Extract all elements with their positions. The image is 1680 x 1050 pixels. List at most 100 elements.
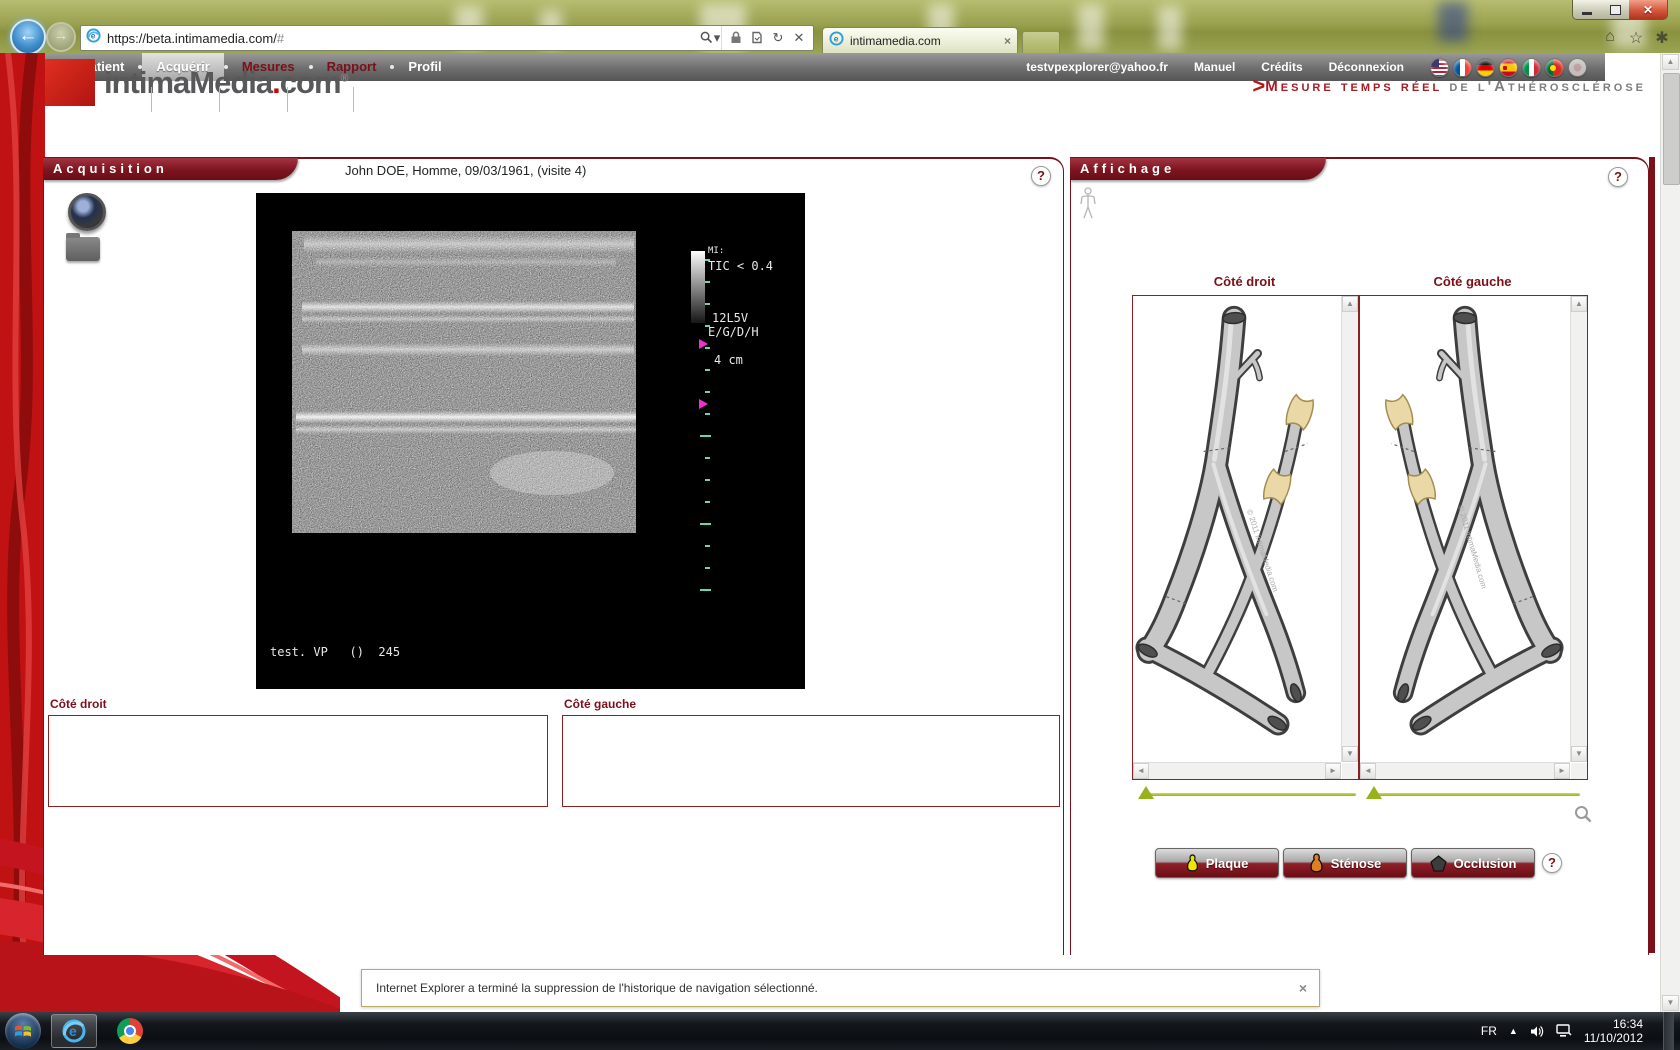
- search-icon[interactable]: [699, 31, 713, 45]
- legend-help-icon[interactable]: ?: [1542, 853, 1562, 873]
- us-mi-label: MI:: [708, 246, 724, 256]
- scroll-right-icon[interactable]: ►: [1325, 763, 1341, 779]
- scroll-thumb[interactable]: [1663, 73, 1680, 185]
- diagram-vscrollbar[interactable]: ▲ ▼: [1341, 296, 1358, 762]
- refresh-icon[interactable]: ↻: [771, 31, 785, 45]
- page-vscrollbar[interactable]: ▲ ▼: [1660, 53, 1680, 1012]
- zoom-slider-left-side[interactable]: [1366, 791, 1580, 799]
- aff-left-label: Côté droit: [1132, 274, 1357, 289]
- site-logo[interactable]: intimaMedia.com®: [104, 65, 349, 101]
- acq-right-results-box[interactable]: [562, 715, 1060, 807]
- flag-it-icon[interactable]: [1522, 58, 1541, 77]
- scroll-down-icon[interactable]: ▼: [1571, 746, 1587, 762]
- settings-gear-icon[interactable]: ✱: [1652, 28, 1672, 46]
- zoom-slider-right-side[interactable]: [1138, 791, 1356, 799]
- slider-handle[interactable]: [1366, 786, 1382, 799]
- camera-capture-icon[interactable]: [68, 193, 106, 231]
- acquisition-help-icon[interactable]: ?: [1031, 166, 1051, 186]
- user-email[interactable]: testvpexplorer@yahoo.fr: [1026, 60, 1168, 74]
- desktop-icon-blur: [1438, 2, 1468, 42]
- ultrasound-image[interactable]: MI: TIC < 0.4 12L5V E/G/D/H 4 cm test. V…: [256, 193, 805, 689]
- scroll-up-icon[interactable]: ▲: [1662, 54, 1679, 70]
- scroll-down-icon[interactable]: ▼: [1342, 746, 1358, 762]
- slider-track[interactable]: [1374, 793, 1580, 796]
- scroll-right-icon[interactable]: ►: [1554, 763, 1570, 779]
- compatibility-view-icon[interactable]: [750, 31, 764, 45]
- header-separator: [353, 87, 354, 112]
- stop-icon[interactable]: ✕: [792, 31, 806, 45]
- favorites-star-icon[interactable]: ☆: [1626, 28, 1646, 46]
- notification-close-icon[interactable]: ×: [1299, 980, 1319, 996]
- stenose-button-label: Sténose: [1331, 856, 1382, 871]
- affichage-help-icon[interactable]: ?: [1608, 167, 1628, 187]
- start-button[interactable]: [5, 1013, 41, 1049]
- flag-fr-icon[interactable]: [1453, 58, 1472, 77]
- logo-red-square: [45, 59, 95, 106]
- us-depth-label: 4 cm: [714, 353, 743, 367]
- tagline-red-text: Mesure temps réel: [1265, 78, 1442, 95]
- web-page: intimaMedia.com® >Mesure temps réel de l…: [0, 53, 1680, 1012]
- windows-logo-icon: [13, 1021, 33, 1041]
- address-bar[interactable]: e https://beta.intimamedia.com/# ▾ ↻ ✕: [80, 25, 814, 51]
- plaque-button-label: Plaque: [1206, 856, 1249, 871]
- scroll-left-icon[interactable]: ◄: [1133, 763, 1149, 779]
- scroll-up-icon[interactable]: ▲: [1571, 296, 1587, 312]
- scrollbar-corner: [1342, 763, 1358, 779]
- restore-button[interactable]: [1601, 0, 1629, 19]
- acq-left-results-box[interactable]: [48, 715, 548, 807]
- us-mode-label: E/G/D/H: [708, 325, 759, 339]
- network-icon[interactable]: [1556, 1024, 1572, 1038]
- close-button[interactable]: ✕: [1629, 0, 1667, 19]
- language-indicator[interactable]: FR: [1481, 1024, 1497, 1038]
- stenose-button[interactable]: Sténose: [1283, 848, 1407, 878]
- system-tray: FR ▲ 16:34 11/10/2012: [1481, 1012, 1680, 1050]
- taskbar-chrome-button[interactable]: [107, 1014, 153, 1048]
- carotid-diagram-right-side[interactable]: © 2011 intimaMedia.com ▲ ▼ ◄ ►: [1132, 295, 1359, 780]
- volume-icon[interactable]: [1530, 1025, 1544, 1038]
- tab-close-icon[interactable]: ×: [1004, 34, 1011, 48]
- logo-text: intimaMedia: [104, 65, 272, 100]
- scroll-left-icon[interactable]: ◄: [1360, 763, 1376, 779]
- carotid-diagram-left-side[interactable]: © 2011 intimaMedia.com ▲ ▼ ◄ ►: [1359, 295, 1588, 780]
- url-text[interactable]: https://beta.intimamedia.com/#: [107, 31, 699, 46]
- home-icon[interactable]: ⌂: [1600, 28, 1620, 46]
- occlusion-button[interactable]: Occlusion: [1411, 848, 1535, 878]
- search-dropdown-icon[interactable]: ▾: [713, 31, 721, 45]
- nav-item-deconnexion[interactable]: Déconnexion: [1329, 60, 1404, 74]
- magnifier-icon[interactable]: [1574, 805, 1592, 823]
- desktop-icon-blur: [1078, 4, 1104, 50]
- forward-button[interactable]: →: [46, 22, 76, 52]
- flag-de-icon[interactable]: [1476, 58, 1495, 77]
- tagline-arrow: >: [1252, 73, 1265, 98]
- aff-right-label: Côté gauche: [1359, 274, 1586, 289]
- slider-handle[interactable]: [1138, 786, 1154, 799]
- scroll-down-icon[interactable]: ▼: [1662, 995, 1679, 1011]
- url-host: https://beta.intimamedia.com/: [107, 31, 277, 46]
- security-lock-icon[interactable]: [729, 31, 743, 45]
- hidden-icons-arrow[interactable]: ▲: [1509, 1026, 1518, 1036]
- back-button[interactable]: ←: [10, 19, 46, 55]
- diagram-hscrollbar[interactable]: ◄ ►: [1133, 762, 1341, 779]
- slider-track[interactable]: [1146, 793, 1356, 796]
- taskbar-clock[interactable]: 16:34 11/10/2012: [1584, 1017, 1651, 1045]
- acquisition-ribbon-title: Acquisition: [43, 158, 298, 180]
- scroll-up-icon[interactable]: ▲: [1342, 296, 1358, 312]
- clock-time: 16:34: [1584, 1017, 1643, 1031]
- minimize-button[interactable]: [1573, 0, 1601, 19]
- flag-pt-icon[interactable]: [1545, 58, 1564, 77]
- taskbar-ie-button[interactable]: e: [51, 1014, 97, 1048]
- nav-item-manuel[interactable]: Manuel: [1194, 60, 1235, 74]
- browser-tab[interactable]: e intimamedia.com ×: [822, 27, 1018, 54]
- folder-open-icon[interactable]: [66, 237, 100, 261]
- diagram-hscrollbar[interactable]: ◄ ►: [1360, 762, 1570, 779]
- nav-item-profil[interactable]: Profil: [394, 53, 455, 81]
- new-tab-button[interactable]: [1022, 31, 1060, 53]
- flag-us-icon[interactable]: [1430, 58, 1449, 77]
- carotid-artery-drawing: © 2011 intimaMedia.com: [1360, 296, 1566, 760]
- nav-item-credits[interactable]: Crédits: [1261, 60, 1302, 74]
- show-desktop-button[interactable]: [1663, 1012, 1674, 1050]
- window-controls: ✕: [1572, 0, 1668, 20]
- flag-es-icon[interactable]: [1499, 58, 1518, 77]
- diagram-vscrollbar[interactable]: ▲ ▼: [1570, 296, 1587, 762]
- plaque-button[interactable]: Plaque: [1155, 848, 1279, 878]
